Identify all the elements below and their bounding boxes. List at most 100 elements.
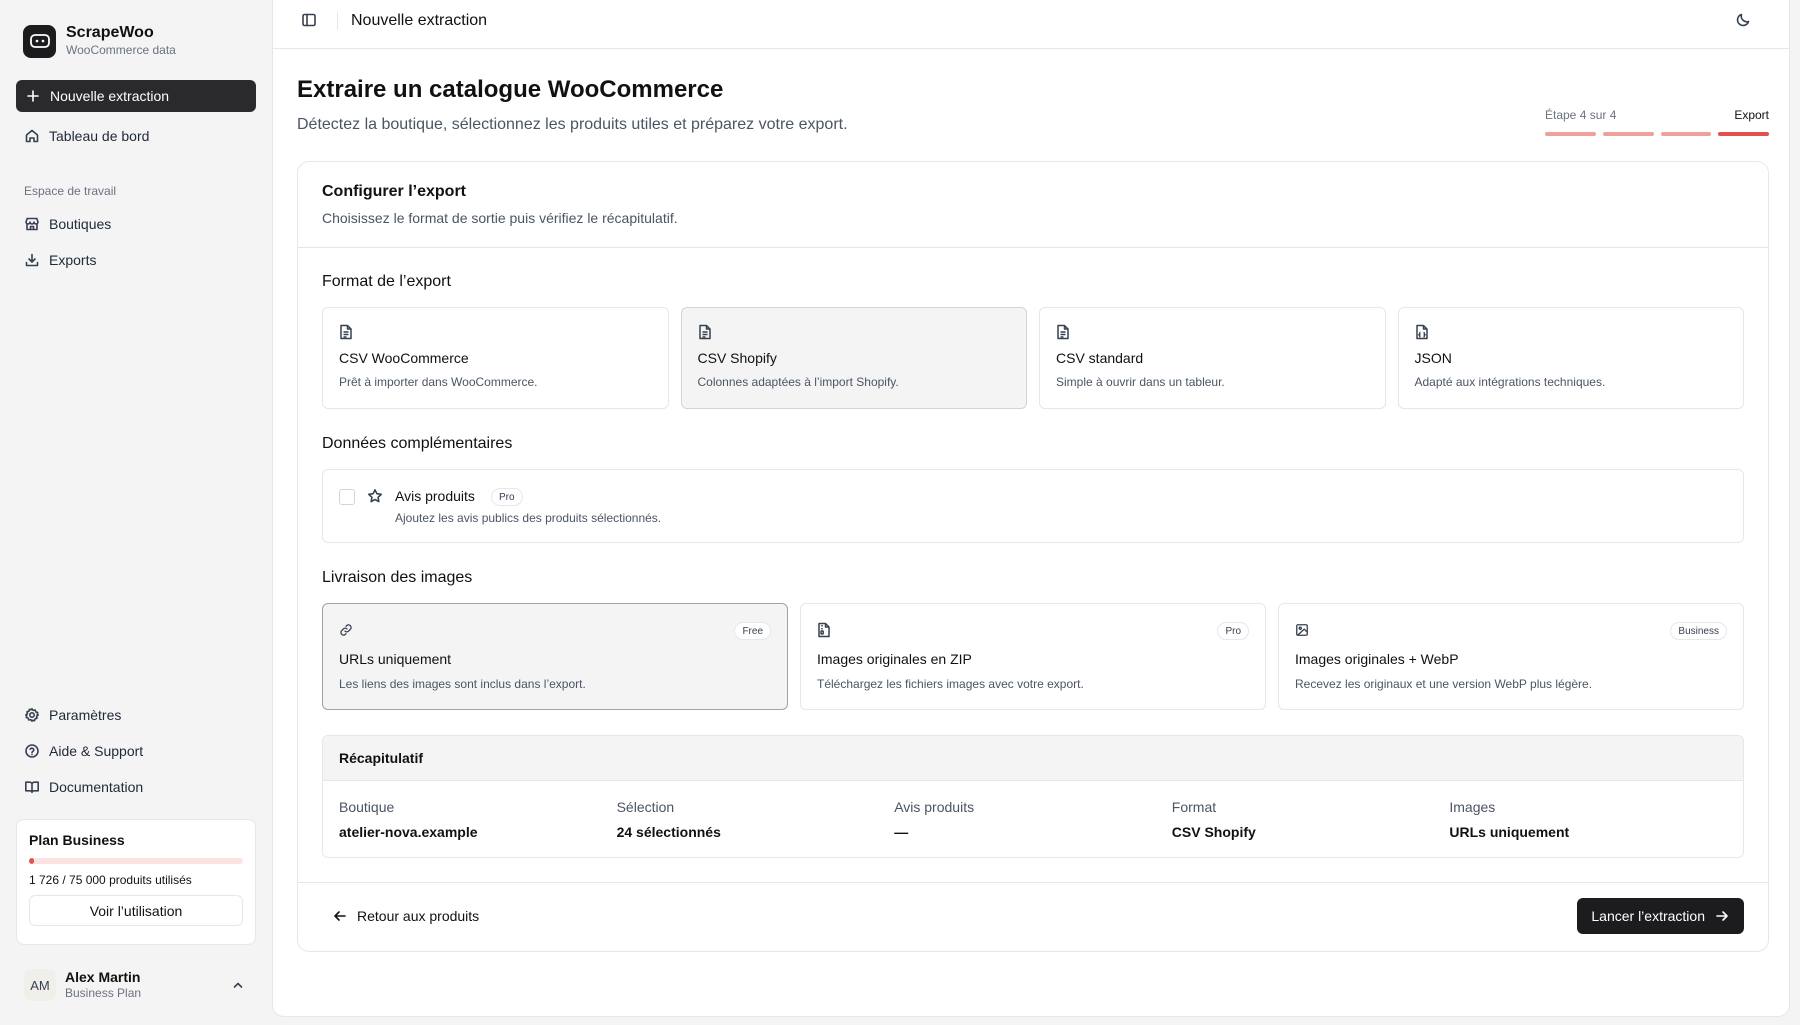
new-extraction-label: Nouvelle extraction [50,88,170,104]
pro-badge: Pro [1217,622,1249,640]
product-reviews-title: Avis produits [395,488,475,504]
sidebar-item-label: Aide & Support [49,743,144,759]
product-reviews-desc: Ajoutez les avis publics des produits sé… [395,511,662,525]
sidebar-item-label: Documentation [49,779,144,795]
summary-item-images: Images URLs uniquement [1449,799,1727,840]
user-plan: Business Plan [65,986,142,1000]
plan-usage-fill [29,858,34,864]
summary-title: Récapitulatif [323,736,1743,781]
plan-title: Plan Business [29,832,125,848]
summary-item-shop: Boutique atelier-nova.example [339,799,617,840]
page-title: Extraire un catalogue WooCommerce [297,76,724,103]
file-text-icon [339,324,652,340]
new-extraction-button[interactable]: Nouvelle extraction [16,80,256,112]
user-name: Alex Martin [65,969,141,985]
sidebar-item-label: Paramètres [49,707,122,723]
format-option-title: CSV standard [1056,350,1144,366]
download-icon [24,252,40,268]
sidebar-item-label: Exports [49,252,97,268]
summary-value: URLs uniquement [1449,824,1570,840]
format-option-csv-shopify[interactable]: CSV Shopify Colonnes adaptées à l’import… [680,307,1027,409]
plan-usage-bar [29,858,243,864]
brand-logo-icon [23,24,56,58]
product-reviews-checkbox[interactable] [339,489,355,505]
product-reviews-option[interactable]: Avis produits Pro Ajoutez les avis publi… [322,469,1744,543]
help-circle-icon [24,743,40,759]
step-bar [1602,132,1654,136]
sidebar-item-docs[interactable]: Documentation [16,772,256,802]
sidebar: ScrapeWoo WooCommerce data Nouvelle extr… [0,0,272,1025]
sidebar-item-label: Tableau de bord [49,128,150,144]
image-option-urls[interactable]: Free URLs uniquement Les liens des image… [322,603,788,710]
summary-item-selection: Sélection 24 sélectionnés [617,799,895,840]
sidebar-item-dashboard[interactable]: Tableau de bord [16,121,256,151]
summary-item-reviews: Avis produits — [894,799,1172,840]
sidebar-item-label: Boutiques [49,216,112,232]
sidebar-item-exports[interactable]: Exports [16,245,256,275]
sidebar-toggle-icon[interactable] [301,12,317,28]
format-option-title: CSV WooCommerce [339,350,469,366]
file-archive-icon [817,622,1249,638]
image-icon [1295,622,1727,638]
stepper: Étape 4 sur 4 Export [1545,108,1769,136]
brand-name: ScrapeWoo [66,24,154,41]
plan-usage-text: 1 726 / 75 000 produits utilisés [29,873,192,887]
format-option-desc: Prêt à importer dans WooCommerce. [339,375,538,389]
step-current-label: Export [1734,108,1769,122]
summary-value: atelier-nova.example [339,824,478,840]
plus-icon [25,88,41,104]
format-option-csv-woocommerce[interactable]: CSV WooCommerce Prêt à importer dans Woo… [322,307,669,409]
extra-data-section-title: Données complémentaires [322,435,513,452]
image-delivery-options: Free URLs uniquement Les liens des image… [322,603,1744,710]
summary-label: Format [1171,799,1217,815]
image-option-desc: Recevez les originaux et une version Web… [1295,677,1593,691]
summary-label: Sélection [616,799,675,815]
step-progress [1545,132,1769,136]
format-option-json[interactable]: JSON Adapté aux intégrations techniques. [1397,307,1744,409]
format-option-title: JSON [1414,350,1452,366]
format-option-desc: Adapté aux intégrations techniques. [1414,375,1606,389]
pro-badge: Pro [491,488,523,506]
format-option-desc: Colonnes adaptées à l’import Shopify. [697,375,899,389]
business-badge: Business [1670,622,1727,640]
user-menu[interactable]: AM Alex Martin Business Plan [16,964,256,1006]
format-options: CSV WooCommerce Prêt à importer dans Woo… [322,307,1744,409]
link-icon [339,622,771,638]
sidebar-item-help[interactable]: Aide & Support [16,736,256,766]
chevron-up-icon [230,977,246,993]
format-option-desc: Simple à ouvrir dans un tableur. [1056,375,1225,389]
main-panel: Nouvelle extraction Extraire un catalogu… [272,0,1790,1017]
moon-icon[interactable] [1735,12,1751,28]
export-config-card: Configurer l’export Choisissez le format… [297,161,1769,952]
plan-card: Plan Business 1 726 / 75 000 produits ut… [16,819,256,945]
free-badge: Free [734,622,771,640]
summary-label: Boutique [339,799,395,815]
summary-label: Images [1449,799,1496,815]
format-option-csv-standard[interactable]: CSV standard Simple à ouvrir dans un tab… [1039,307,1386,409]
back-to-products-button[interactable]: Retour aux produits [332,908,479,924]
image-option-desc: Les liens des images sont inclus dans l’… [339,677,586,691]
sidebar-item-settings[interactable]: Paramètres [16,700,256,730]
star-icon [367,488,383,504]
sidebar-item-shops[interactable]: Boutiques [16,209,256,239]
summary-panel: Récapitulatif Boutique atelier-nova.exam… [322,735,1744,858]
summary-value: — [894,824,909,840]
launch-label: Lancer l’extraction [1591,908,1705,924]
arrow-left-icon [332,908,348,924]
image-option-title: Images originales en ZIP [817,651,972,667]
file-text-icon [1056,324,1369,340]
launch-extraction-button[interactable]: Lancer l’extraction [1577,898,1744,934]
image-option-desc: Téléchargez les fichiers images avec vot… [817,677,1084,691]
image-option-zip[interactable]: Pro Images originales en ZIP Téléchargez… [800,603,1266,710]
step-bar [1660,132,1712,136]
step-bar [1545,132,1596,136]
brand[interactable]: ScrapeWoo WooCommerce data [23,24,176,58]
card-footer: Retour aux produits Lancer l’extraction [298,882,1768,952]
summary-value: CSV Shopify [1171,824,1256,840]
view-usage-button[interactable]: Voir l’utilisation [29,895,243,926]
brand-subtitle: WooCommerce data [66,43,176,57]
store-icon [24,216,40,232]
home-icon [24,128,40,144]
image-option-webp[interactable]: Business Images originales + WebP Receve… [1278,603,1744,710]
format-section-title: Format de l’export [322,273,451,290]
